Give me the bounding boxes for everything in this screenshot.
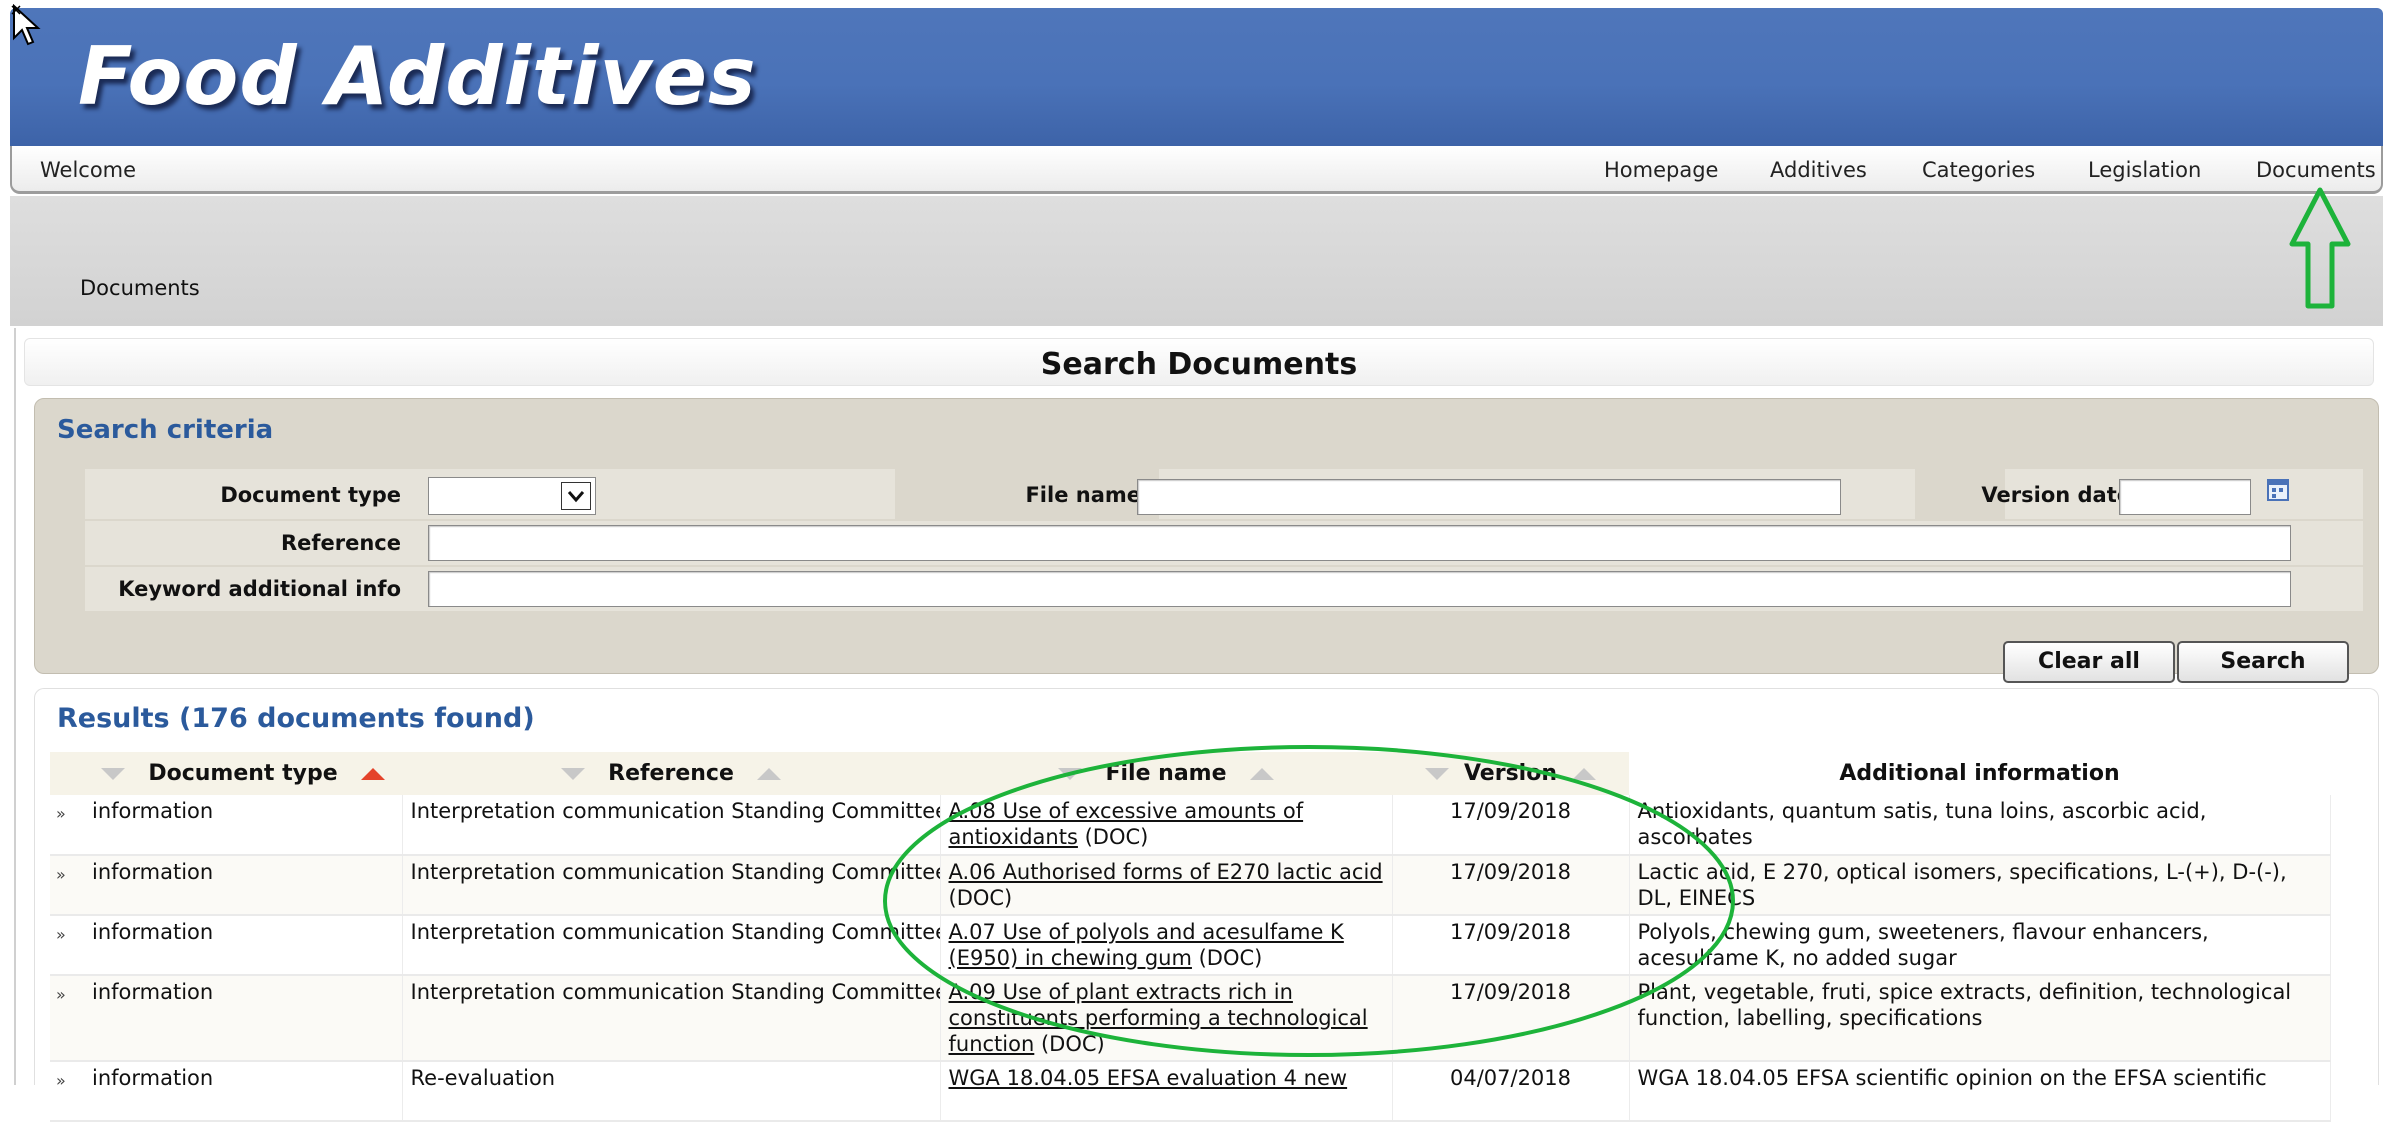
version-date-input[interactable] (2119, 479, 2251, 515)
breadcrumb: Documents (80, 276, 200, 300)
nav-documents[interactable]: Documents (2256, 158, 2376, 182)
mouse-cursor-icon (11, 4, 41, 46)
search-criteria-panel: Search criteria Document type File name … (34, 398, 2379, 683)
sort-descending-icon[interactable] (1424, 768, 1449, 780)
breadcrumb-bar (10, 196, 2383, 326)
table-row: » information Re-evaluation WGA 18.04.05… (50, 1061, 2331, 1122)
expand-row-icon[interactable]: » (50, 975, 84, 1062)
sort-descending-icon[interactable] (1058, 768, 1083, 780)
keyword-input[interactable] (428, 571, 2291, 607)
clear-all-button[interactable]: Clear all (2003, 641, 2175, 683)
table-row: » information Interpretation communicati… (50, 795, 2331, 856)
file-link[interactable]: A.07 Use of polyols and acesulfame K (E9… (949, 920, 1344, 970)
table-row: » information Interpretation communicati… (50, 975, 2331, 1062)
cell-additional-info: Antioxidants, quantum satis, tuna loins,… (1629, 795, 2331, 856)
document-type-label: Document type (220, 483, 401, 507)
table-header-row: Document type Reference File name Versio… (50, 752, 2330, 795)
cell-document-type: information (84, 975, 403, 1062)
search-button[interactable]: Search (2177, 641, 2349, 683)
cell-additional-info: WGA 18.04.05 EFSA scientific opinion on … (1629, 1061, 2331, 1122)
sort-ascending-icon[interactable] (756, 768, 781, 780)
file-link[interactable]: WGA 18.04.05 EFSA evaluation 4 new (949, 1066, 1348, 1090)
reference-input[interactable] (428, 525, 2291, 561)
nav-homepage[interactable]: Homepage (1604, 158, 1718, 182)
cell-additional-info: Lactic acid, E 270, optical isomers, spe… (1629, 855, 2331, 916)
expand-row-icon[interactable]: » (50, 855, 84, 916)
cell-document-type: information (84, 855, 403, 916)
reference-label: Reference (280, 531, 401, 555)
file-link[interactable]: A.06 Authorised forms of E270 lactic aci… (949, 860, 1383, 884)
file-name-label: File name (1025, 483, 1141, 507)
cell-reference: Interpretation communication Standing Co… (402, 915, 941, 976)
table-row: » information Interpretation communicati… (50, 855, 2331, 916)
cell-additional-info: Plant, vegetable, fruti, spice extracts,… (1629, 975, 2331, 1062)
cell-reference: Interpretation communication Standing Co… (402, 975, 941, 1062)
column-header-reference[interactable]: Reference (402, 752, 940, 795)
file-format: (DOC) (1034, 1032, 1105, 1056)
keyword-label: Keyword additional info (118, 577, 401, 601)
cell-file-name: A.07 Use of polyols and acesulfame K (E9… (940, 915, 1393, 976)
column-header-document-type[interactable]: Document type (84, 752, 402, 795)
nav-categories[interactable]: Categories (1922, 158, 2035, 182)
version-date-label: Version date (1981, 483, 2131, 507)
cell-file-name: A.09 Use of plant extracts rich in const… (940, 975, 1393, 1062)
sort-ascending-icon[interactable] (1249, 768, 1274, 780)
top-navigation: Welcome Homepage Additives Categories Le… (10, 146, 2383, 194)
sort-ascending-active-icon[interactable] (360, 768, 385, 780)
cell-version: 17/09/2018 (1392, 855, 1630, 916)
nav-additives[interactable]: Additives (1770, 158, 1867, 182)
file-link[interactable]: A.09 Use of plant extracts rich in const… (949, 980, 1368, 1056)
search-title-bar: Search Documents (24, 338, 2374, 386)
table-row: » information Interpretation communicati… (50, 915, 2331, 976)
column-header-additional-info: Additional information (1629, 752, 2330, 795)
cell-reference: Re-evaluation (402, 1061, 941, 1122)
cell-version: 17/09/2018 (1392, 795, 1630, 856)
expand-row-icon[interactable]: » (50, 795, 84, 856)
file-format: (DOC) (1077, 825, 1149, 849)
annotation-arrow-icon (2289, 187, 2351, 309)
calendar-icon[interactable] (2267, 477, 2289, 501)
document-type-select[interactable] (428, 477, 596, 515)
sort-descending-icon[interactable] (101, 768, 126, 780)
file-format: (DOC) (1191, 946, 1263, 970)
app-title: Food Additives (78, 30, 757, 123)
file-format: (DOC) (948, 886, 1013, 910)
welcome-text: Welcome (40, 158, 137, 182)
results-table: Document type Reference File name Versio… (50, 752, 2331, 1122)
nav-legislation[interactable]: Legislation (2088, 158, 2201, 182)
cell-file-name: A.06 Authorised forms of E270 lactic aci… (940, 855, 1393, 916)
chevron-down-icon[interactable] (561, 482, 591, 510)
cell-file-name: A.08 Use of excessive amounts of antioxi… (940, 795, 1393, 856)
cell-additional-info: Polyols, chewing gum, sweeteners, flavou… (1629, 915, 2331, 976)
page-title: Search Documents (1040, 347, 1358, 382)
cell-document-type: information (84, 795, 403, 856)
app-banner: Food Additives (10, 8, 2383, 146)
column-header-file-name[interactable]: File name (940, 752, 1392, 795)
file-name-input[interactable] (1137, 479, 1841, 515)
cell-version: 17/09/2018 (1392, 915, 1630, 976)
cell-file-name: WGA 18.04.05 EFSA evaluation 4 new (940, 1061, 1393, 1122)
cell-version: 04/07/2018 (1392, 1061, 1630, 1122)
cell-document-type: information (84, 915, 403, 976)
sort-ascending-icon[interactable] (1572, 768, 1597, 780)
results-title: Results (176 documents found) (57, 703, 535, 734)
cell-document-type: information (84, 1061, 403, 1122)
cell-reference: Interpretation communication Standing Co… (402, 855, 941, 916)
expand-row-icon[interactable]: » (50, 915, 84, 976)
cell-reference: Interpretation communication Standing Co… (402, 795, 941, 856)
criteria-title: Search criteria (57, 415, 274, 445)
column-header-version[interactable]: Version (1392, 752, 1629, 795)
sort-descending-icon[interactable] (561, 768, 586, 780)
cell-version: 17/09/2018 (1392, 975, 1630, 1062)
expand-row-icon[interactable]: » (50, 1061, 84, 1122)
